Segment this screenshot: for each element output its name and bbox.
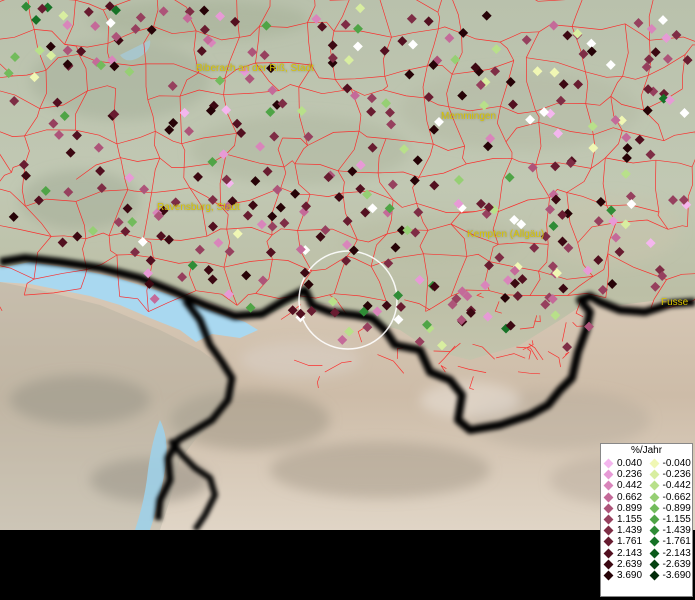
legend-cell-negative: -2.143 — [647, 548, 693, 559]
legend-cell-negative: -1.439 — [647, 525, 693, 536]
legend-row: 0.899 -0.899 — [601, 503, 692, 514]
legend-swatch — [603, 525, 614, 536]
legend-swatch — [603, 514, 614, 525]
legend-value: 1.439 — [617, 525, 643, 537]
legend-cell-positive: 0.236 — [601, 469, 647, 480]
legend-swatch — [603, 559, 614, 570]
city-memmingen: Memmingen — [441, 111, 497, 122]
legend: %/Jahr 0.040 -0.040 0.236 -0.236 0.442 -0.442… — [600, 443, 693, 597]
legend-value: -0.236 — [662, 469, 691, 481]
legend-cell-negative: -0.899 — [647, 503, 693, 514]
legend-swatch — [603, 548, 614, 559]
legend-swatch — [649, 559, 659, 570]
legend-value: 1.155 — [617, 513, 643, 525]
city-ravensburg: Ravensburg, Stadt — [157, 202, 240, 213]
legend-swatch — [649, 492, 659, 503]
city-fuessen: Fusse — [661, 297, 689, 308]
legend-cell-positive: 0.442 — [601, 480, 647, 491]
legend-value: 3.690 — [617, 569, 643, 581]
legend-cell-positive: 2.639 — [601, 559, 647, 570]
legend-cell-positive: 0.899 — [601, 503, 647, 514]
city-biberach: Biberach an der Riß, Stadt — [196, 63, 314, 74]
legend-swatch — [649, 536, 659, 547]
legend-cell-negative: -0.442 — [647, 480, 693, 491]
legend-row: 0.442 -0.442 — [601, 480, 692, 491]
legend-value: -3.690 — [662, 569, 691, 581]
legend-value: -2.639 — [662, 558, 691, 570]
legend-swatch — [649, 514, 659, 525]
legend-value: -0.662 — [662, 491, 691, 503]
legend-row: 0.040 -0.040 — [601, 458, 692, 469]
bottom-bar — [0, 530, 695, 600]
legend-swatch — [603, 481, 614, 491]
legend-swatch — [649, 570, 659, 581]
legend-swatch — [603, 469, 614, 480]
legend-row: 0.236 -0.236 — [601, 469, 692, 480]
legend-value: 0.442 — [617, 480, 643, 492]
legend-value: -1.439 — [662, 525, 691, 537]
legend-cell-negative: -0.040 — [647, 458, 693, 469]
city-kempten: Kempten (Allgäu) — [467, 229, 545, 240]
legend-value: 1.761 — [617, 536, 643, 548]
legend-swatch — [649, 469, 659, 480]
legend-cell-negative: -0.236 — [647, 469, 693, 480]
legend-row: 1.439 -1.439 — [601, 525, 692, 536]
legend-value: 2.639 — [617, 558, 643, 570]
legend-cell-positive: 2.143 — [601, 548, 647, 559]
legend-value: -0.040 — [662, 458, 691, 469]
legend-cell-positive: 3.690 — [601, 570, 647, 581]
legend-swatch — [603, 458, 614, 469]
legend-row: 0.662 -0.662 — [601, 492, 692, 503]
legend-cell-positive: 0.662 — [601, 492, 647, 503]
legend-cell-positive: 1.439 — [601, 525, 647, 536]
legend-swatch — [649, 525, 659, 536]
legend-row: 2.639 -2.639 — [601, 559, 692, 570]
legend-value: 0.662 — [617, 491, 643, 503]
legend-swatch — [603, 503, 614, 514]
legend-swatch — [649, 481, 659, 491]
legend-cell-negative: -1.155 — [647, 514, 693, 525]
legend-cell-negative: -1.761 — [647, 536, 693, 547]
legend-title: %/Jahr — [630, 445, 663, 456]
legend-swatch — [603, 536, 614, 547]
legend-swatch — [649, 503, 659, 514]
legend-value: -1.761 — [662, 536, 691, 548]
legend-value: -0.442 — [662, 480, 691, 492]
legend-value: 0.236 — [617, 469, 643, 481]
legend-row: 1.761 -1.761 — [601, 536, 692, 547]
legend-swatch — [603, 492, 614, 503]
legend-swatch — [649, 458, 659, 469]
legend-cell-negative: -2.639 — [647, 559, 693, 570]
map-canvas[interactable] — [0, 0, 695, 530]
legend-cell-positive: 0.040 — [601, 458, 647, 469]
legend-row: 2.143 -2.143 — [601, 548, 692, 559]
legend-value: 2.143 — [617, 547, 643, 559]
legend-row: 1.155 -1.155 — [601, 514, 692, 525]
legend-cell-positive: 1.761 — [601, 536, 647, 547]
map-area[interactable]: Biberach an der Riß, Stadt Memmingen Rav… — [0, 0, 695, 530]
legend-row: 3.690 -3.690 — [601, 570, 692, 581]
legend-swatch — [649, 548, 659, 559]
legend-cell-positive: 1.155 — [601, 514, 647, 525]
legend-value: 0.040 — [617, 458, 643, 469]
legend-value: -0.899 — [662, 502, 691, 514]
legend-value: -1.155 — [662, 513, 691, 525]
legend-value: 0.899 — [617, 502, 643, 514]
legend-swatch — [603, 570, 614, 581]
legend-rows: 0.040 -0.040 0.236 -0.236 0.442 -0.442 0.662 -0… — [601, 458, 692, 581]
legend-value: -2.143 — [662, 547, 691, 559]
legend-cell-negative: -3.690 — [647, 570, 693, 581]
legend-cell-negative: -0.662 — [647, 492, 693, 503]
